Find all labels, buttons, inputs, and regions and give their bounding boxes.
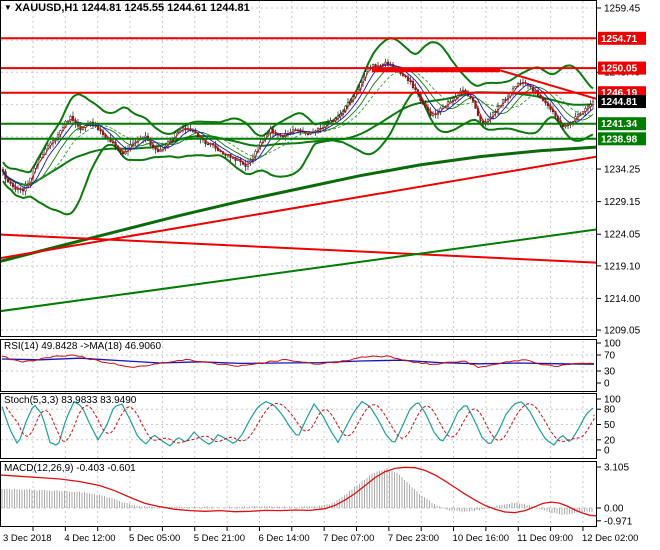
price-tick-label: 1229.15	[604, 197, 641, 208]
indicator-scale-label: 70	[604, 351, 616, 362]
price-tick-label: 1244.81	[601, 97, 638, 108]
macd-indicator-label: MACD(12,26,9) -0.403 -0.601	[4, 463, 136, 474]
indicator-scale-label: 3.105	[604, 463, 629, 474]
price-tick-label: 1259.45	[604, 4, 641, 15]
rsi-indicator-label: RSI(14) 49.8428 ->MA(18) 46.9060	[4, 341, 162, 352]
indicator-scale-label: 80	[604, 405, 616, 416]
price-tick-label: 1241.34	[601, 119, 638, 130]
indicator-scale-label: 30	[604, 367, 616, 378]
time-axis-label: 10 Dec 16:00	[453, 533, 510, 544]
time-axis-label: 5 Dec 05:00	[129, 533, 180, 544]
indicator-scale-label: 100	[604, 339, 621, 350]
price-tick-label: 1250.05	[601, 64, 638, 75]
chart-title-text: XAUUSD,H1 1244.81 1245.55 1244.61 1244.8…	[14, 2, 250, 14]
stoch-indicator-label: Stoch(5,3,3) 83.9833 83.9490	[4, 395, 137, 406]
time-axis-label: 12 Dec 02:00	[582, 533, 639, 544]
indicator-scale-label: 0	[604, 379, 610, 390]
chart-window: 1259.451249.401234.251229.151224.051219.…	[0, 0, 660, 550]
indicator-scale-label: 0.00	[604, 504, 624, 515]
price-tick-label: 1224.05	[604, 230, 641, 241]
chart-title: ▼ XAUUSD,H1 1244.81 1245.55 1244.61 1244.…	[4, 2, 250, 14]
price-tick-label: 1238.98	[601, 134, 638, 145]
time-axis-label: 5 Dec 21:00	[194, 533, 245, 544]
price-tick-label: 1214.00	[604, 294, 641, 305]
price-tick-label: 1234.25	[604, 165, 641, 176]
time-axis-label: 7 Dec 23:00	[388, 533, 439, 544]
time-axis-label: 3 Dec 2018	[3, 533, 52, 544]
indicator-scale-label: -0.971	[604, 516, 633, 527]
indicator-scale-label: 0	[604, 446, 610, 457]
time-axis-label: 6 Dec 14:00	[258, 533, 309, 544]
price-tick-label: 1219.10	[604, 261, 641, 272]
time-axis-label: 11 Dec 09:00	[517, 533, 573, 544]
price-tick-label: 1209.05	[604, 326, 641, 337]
price-tick-label: 1254.71	[601, 34, 638, 45]
indicator-scale-label: 50	[604, 420, 616, 431]
collapse-arrow-icon[interactable]: ▼	[4, 3, 12, 12]
time-axis-label: 7 Dec 07:00	[323, 533, 374, 544]
time-axis-label: 4 Dec 12:00	[64, 533, 115, 544]
